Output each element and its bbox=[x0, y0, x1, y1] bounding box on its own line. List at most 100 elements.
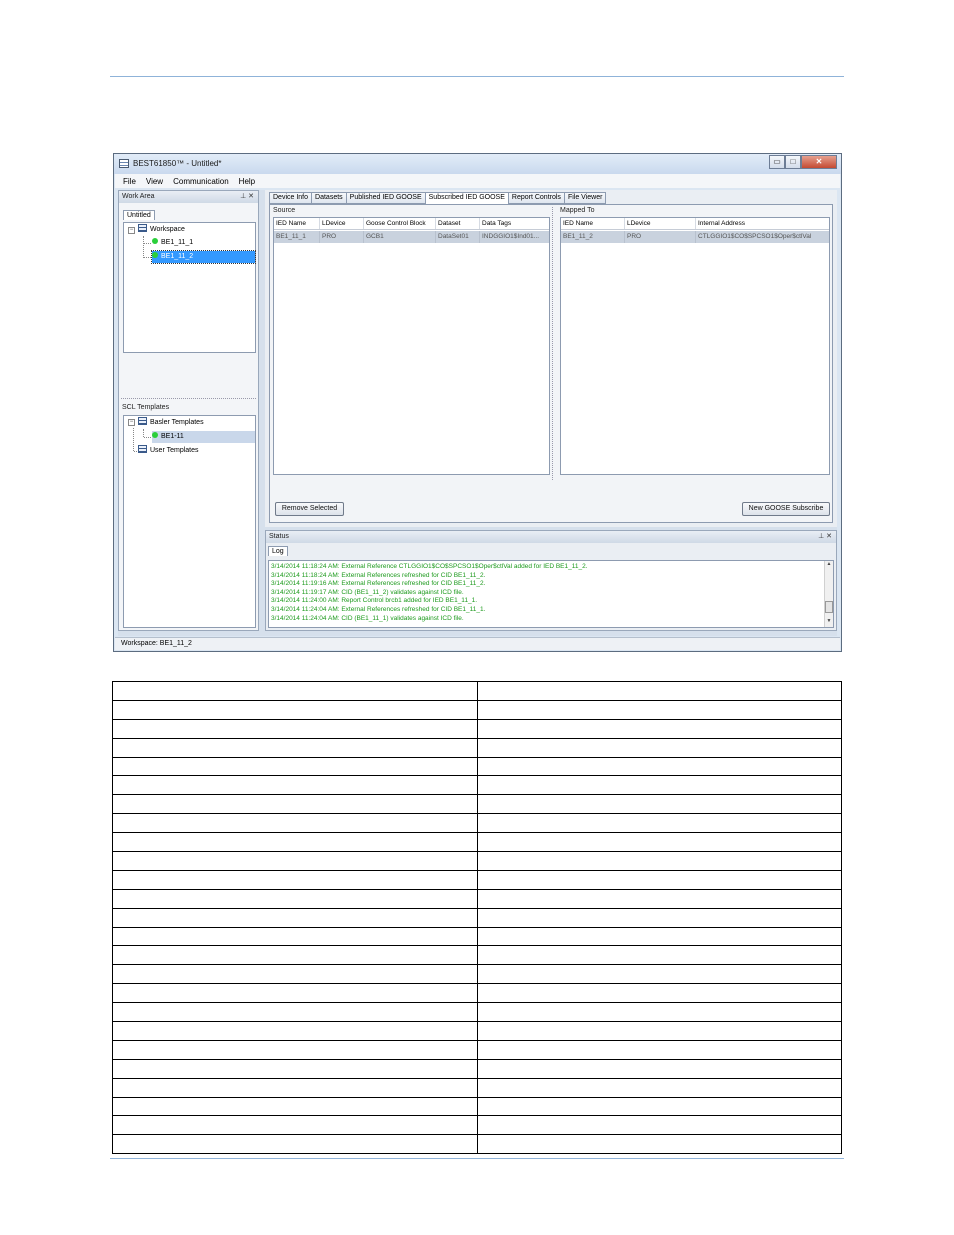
table-row bbox=[112, 832, 842, 853]
cell-ldevice: PRO bbox=[320, 231, 364, 243]
title-bar[interactable]: BEST61850™ - Untitled* ▭ □ ✕ bbox=[114, 154, 841, 174]
table-cell bbox=[112, 983, 478, 1004]
tab-report-controls[interactable]: Report Controls bbox=[507, 192, 564, 204]
table-cell bbox=[112, 1134, 478, 1155]
tree-node-template[interactable]: BE1-11 bbox=[152, 431, 255, 443]
blank-table bbox=[112, 681, 842, 1155]
log-line: 3/14/2014 11:18:24 AM: External Referenc… bbox=[271, 571, 486, 579]
table-cell bbox=[112, 907, 478, 928]
table-row[interactable]: BE1_11_2 PRO CTLGGIO1$CO$SPCSO1$Oper$ctl… bbox=[561, 231, 829, 243]
status-online-icon bbox=[152, 432, 158, 438]
basler-templates-label: Basler Templates bbox=[150, 419, 204, 426]
column-header[interactable]: IED Name bbox=[561, 218, 625, 229]
table-cell bbox=[112, 888, 478, 909]
column-header[interactable]: Goose Control Block bbox=[364, 218, 436, 229]
table-cell bbox=[476, 794, 842, 815]
tree-node-basler-templates[interactable]: Basler Templates bbox=[138, 417, 204, 429]
remove-selected-button[interactable]: Remove Selected bbox=[275, 502, 344, 516]
menu-file[interactable]: File bbox=[123, 177, 136, 186]
table-row[interactable]: BE1_11_1 PRO GCB1 DataSet01 INDGGIO1$Ind… bbox=[274, 231, 549, 243]
work-area-title: Work Area bbox=[122, 193, 155, 200]
menu-view[interactable]: View bbox=[146, 177, 163, 186]
table-cell bbox=[112, 1002, 478, 1023]
column-header[interactable]: Dataset bbox=[436, 218, 480, 229]
tree-node-device-selected[interactable]: BE1_11_2 bbox=[151, 250, 256, 264]
tab-published-goose[interactable]: Published IED GOOSE bbox=[345, 192, 425, 204]
column-header[interactable]: Internal Address bbox=[696, 218, 829, 229]
tree-node-user-templates[interactable]: User Templates bbox=[138, 445, 199, 457]
column-header[interactable]: LDevice bbox=[320, 218, 364, 229]
work-area-header: Work Area ⊥ ✕ bbox=[119, 191, 258, 203]
header-rule bbox=[110, 76, 844, 77]
table-cell bbox=[112, 832, 478, 853]
pin-close-icon[interactable]: ⊥ ✕ bbox=[240, 191, 254, 203]
new-goose-subscribe-button[interactable]: New GOOSE Subscribe bbox=[742, 502, 830, 516]
mapped-to-label: Mapped To bbox=[560, 207, 595, 214]
tab-datasets[interactable]: Datasets bbox=[311, 192, 346, 204]
minimize-button[interactable]: ▭ bbox=[769, 155, 785, 169]
table-cell bbox=[112, 1039, 478, 1060]
log-line: 3/14/2014 11:24:04 AM: External Referenc… bbox=[271, 606, 486, 613]
table-row bbox=[112, 681, 842, 701]
close-button[interactable]: ✕ bbox=[801, 155, 837, 169]
table-cell bbox=[476, 1077, 842, 1098]
tab-device-info[interactable]: Device Info bbox=[269, 192, 312, 204]
cell-gcb: GCB1 bbox=[364, 231, 436, 243]
maximize-button[interactable]: □ bbox=[785, 155, 801, 169]
column-header[interactable]: Data Tags bbox=[480, 218, 549, 229]
table-cell bbox=[112, 1096, 478, 1117]
table-cell bbox=[112, 869, 478, 890]
pin-close-icon[interactable]: ⊥ ✕ bbox=[818, 531, 832, 543]
cell-data-tags: INDGGIO1$Ind01... bbox=[482, 233, 540, 240]
scroll-up-icon[interactable]: ▲ bbox=[825, 561, 833, 570]
table-cell bbox=[112, 1115, 478, 1136]
table-cell bbox=[476, 832, 842, 853]
log-line: 3/14/2014 11:24:04 AM: CID (BE1_11_1) va… bbox=[271, 614, 464, 622]
status-title: Status bbox=[269, 533, 289, 540]
source-grid: IED Name LDevice Goose Control Block Dat… bbox=[273, 217, 550, 475]
folder-icon bbox=[138, 417, 147, 425]
cell-dataset: DataSet01 bbox=[436, 231, 480, 243]
table-cell bbox=[476, 1039, 842, 1060]
table-cell bbox=[476, 1058, 842, 1079]
tab-log[interactable]: Log bbox=[268, 546, 288, 556]
table-cell bbox=[112, 794, 478, 815]
status-online-icon bbox=[152, 238, 158, 244]
log-scrollbar[interactable]: ▲ ▼ bbox=[824, 561, 833, 627]
table-row bbox=[112, 1134, 842, 1155]
column-header[interactable]: LDevice bbox=[625, 218, 696, 229]
column-header[interactable]: IED Name bbox=[274, 218, 320, 229]
table-cell bbox=[112, 813, 478, 834]
menu-help[interactable]: Help bbox=[239, 177, 255, 186]
table-row bbox=[112, 907, 842, 928]
pane-splitter[interactable] bbox=[121, 398, 256, 401]
subscribed-goose-panel: Source IED Name LDevice Goose Control Bl… bbox=[269, 204, 833, 523]
table-cell bbox=[112, 737, 478, 758]
user-templates-label: User Templates bbox=[150, 447, 199, 454]
tree-node-workspace[interactable]: Workspace bbox=[138, 224, 185, 236]
table-cell bbox=[112, 945, 478, 966]
table-row bbox=[112, 699, 842, 720]
log-line: 3/14/2014 11:18:24 AM: External Referenc… bbox=[271, 563, 588, 570]
collapse-icon[interactable]: − bbox=[128, 419, 135, 426]
table-row bbox=[112, 1058, 842, 1079]
collapse-icon[interactable]: − bbox=[128, 227, 135, 234]
scroll-thumb[interactable] bbox=[825, 601, 833, 613]
client-area: Work Area ⊥ ✕ Untitled − Workspace BE1_1… bbox=[118, 190, 837, 636]
workspace-label: Workspace bbox=[150, 226, 185, 233]
table-row bbox=[112, 1002, 842, 1023]
log-output: 3/14/2014 11:18:24 AM: External Referenc… bbox=[268, 560, 834, 628]
table-cell bbox=[112, 926, 478, 947]
table-row bbox=[112, 737, 842, 758]
menu-communication[interactable]: Communication bbox=[173, 177, 229, 186]
table-row bbox=[112, 756, 842, 777]
source-grid-header: IED Name LDevice Goose Control Block Dat… bbox=[274, 218, 549, 230]
scroll-down-icon[interactable]: ▼ bbox=[825, 618, 833, 627]
tab-strip: Device Info Datasets Published IED GOOSE… bbox=[269, 192, 607, 205]
tab-untitled[interactable]: Untitled bbox=[123, 210, 155, 220]
status-online-icon bbox=[152, 252, 158, 258]
tree-node-device[interactable]: BE1_11_1 bbox=[152, 237, 193, 249]
table-cell bbox=[112, 1077, 478, 1098]
grid-splitter[interactable] bbox=[552, 207, 556, 480]
tab-file-viewer[interactable]: File Viewer bbox=[563, 192, 607, 204]
